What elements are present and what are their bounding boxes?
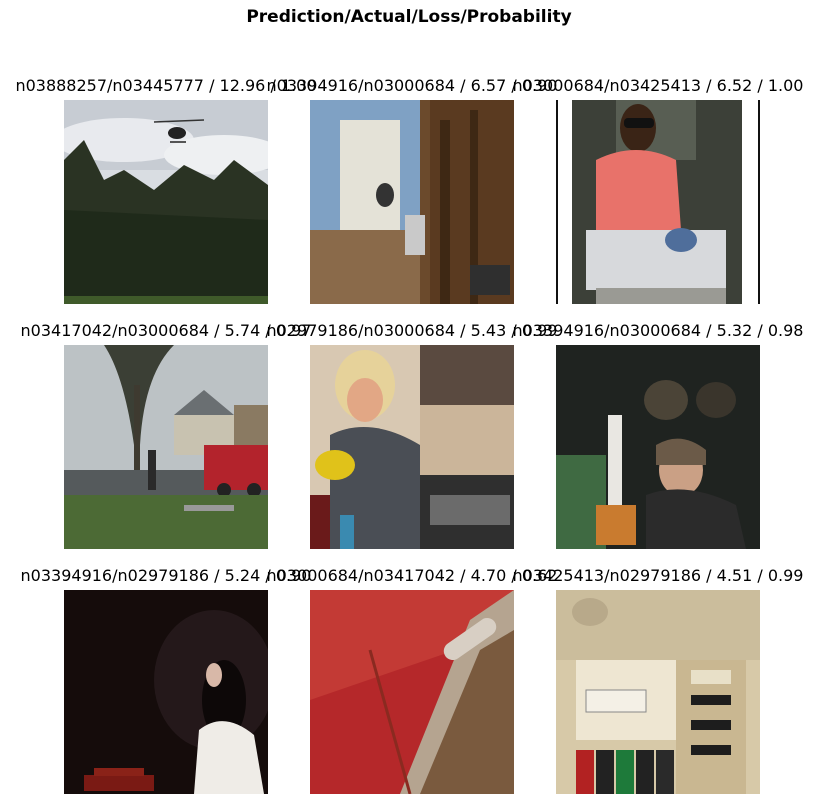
panel-image-cassette-recorder xyxy=(556,590,760,794)
panel-label: n03425413/n02979186 / 4.51 / 0.99 xyxy=(512,566,804,585)
panel-image-woman-dark xyxy=(64,590,268,794)
panel-image-woman-sunglasses xyxy=(556,100,760,304)
panel-image-street xyxy=(64,345,268,549)
panel-image-helicopter xyxy=(64,100,268,304)
panel-label: n03394916/n03000684 / 5.32 / 0.98 xyxy=(512,321,804,340)
panel-image-chainsaw-drums xyxy=(556,345,760,549)
panel-image-workshop xyxy=(310,100,514,304)
panel-image-rusty-machine xyxy=(310,590,514,794)
figure-title: Prediction/Actual/Loss/Probability xyxy=(246,7,572,27)
panel-image-costume-kitchen xyxy=(310,345,514,549)
panel-label: n03000684/n03425413 / 6.52 / 1.00 xyxy=(512,76,804,95)
